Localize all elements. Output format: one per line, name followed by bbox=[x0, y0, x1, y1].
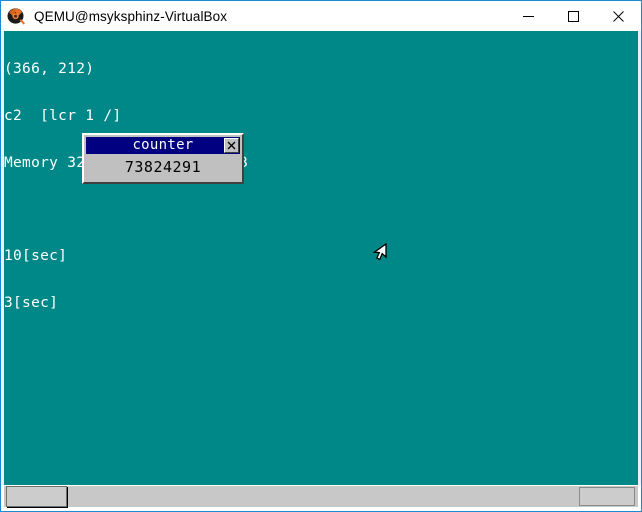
qemu-logo-icon bbox=[6, 6, 26, 26]
window-controls bbox=[506, 1, 641, 31]
maximize-button[interactable] bbox=[551, 1, 596, 31]
vm-framebuffer[interactable]: (366, 212) c2 [lcr 1 /] Memory 32MB, fre… bbox=[4, 31, 638, 485]
close-button[interactable] bbox=[596, 1, 641, 31]
maximize-icon bbox=[568, 10, 579, 22]
window-title-bar[interactable]: QEMU@msyksphinz-VirtualBox bbox=[1, 1, 641, 31]
arrow-cursor bbox=[370, 242, 390, 267]
console-line: 3[sec] bbox=[4, 295, 59, 312]
hscroll-track[interactable] bbox=[4, 486, 638, 507]
counter-dialog-body: 73824291 bbox=[86, 154, 240, 180]
counter-value: 73824291 bbox=[124, 158, 202, 176]
vm-display-area[interactable]: (366, 212) c2 [lcr 1 /] Memory 32MB, fre… bbox=[4, 31, 638, 485]
close-icon bbox=[613, 10, 624, 22]
counter-dialog-titlebar[interactable]: counter bbox=[86, 137, 240, 154]
hscroll-thumb[interactable] bbox=[6, 486, 67, 507]
console-line: (366, 212) bbox=[4, 61, 95, 78]
counter-dialog-title: counter bbox=[132, 137, 194, 153]
qemu-window: QEMU@msyksphinz-VirtualBox (366, 212) c2… bbox=[0, 0, 642, 512]
console-line: c2 [lcr 1 /] bbox=[4, 107, 122, 124]
window-bottom-bar bbox=[1, 485, 641, 511]
minimize-button[interactable] bbox=[506, 1, 551, 31]
close-icon bbox=[227, 141, 236, 150]
minimize-icon bbox=[523, 15, 534, 17]
counter-dialog[interactable]: counter 73824291 bbox=[82, 133, 244, 184]
console-output: (366, 212) c2 [lcr 1 /] Memory 32MB, fre… bbox=[4, 31, 248, 343]
counter-close-button[interactable] bbox=[224, 138, 239, 153]
console-line: 10[sec] bbox=[4, 248, 68, 265]
hscroll-end-box[interactable] bbox=[579, 487, 635, 506]
window-title: QEMU@msyksphinz-VirtualBox bbox=[34, 8, 228, 24]
